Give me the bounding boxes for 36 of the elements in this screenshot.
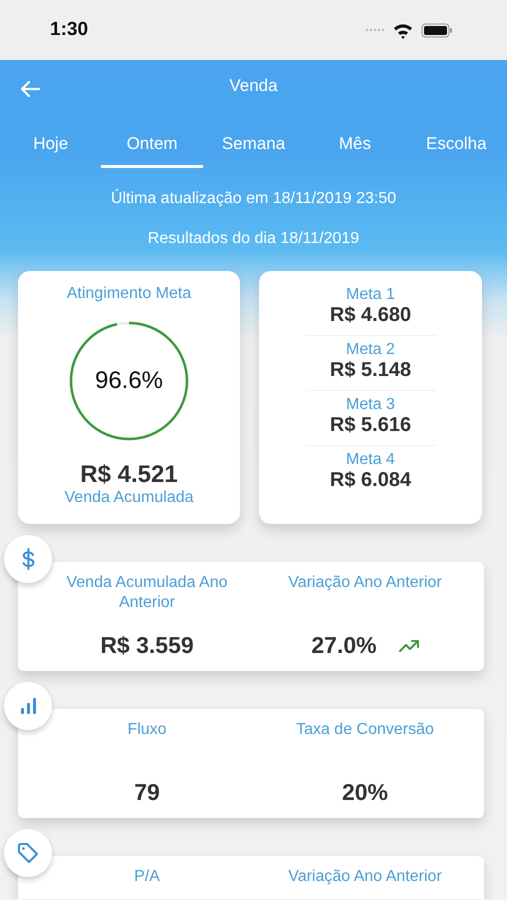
last-update-text: Última atualização em 18/11/2019 23:50 [110,190,398,208]
metric-label: Variação Ano Anterior [287,573,443,593]
wifi-icon [393,22,413,38]
bar-chart-icon [20,697,36,715]
period-tab[interactable]: Semana [202,124,304,168]
goal-value: R$ 5.616 [330,414,412,437]
percent-value: 96.6% [94,367,164,395]
amount-caption: Venda Acumulada [64,489,194,507]
amount-value: R$ 4.521 [80,461,178,489]
results-date-text: Resultados do dia 18/11/2019 [146,230,360,248]
metric-label: Variação Ano Anterior [287,867,443,887]
period-tab[interactable]: Hoje [0,124,102,168]
goal-value: R$ 6.084 [330,469,412,492]
status-time: 1:30 [50,19,90,41]
period-tab[interactable]: Ontem [101,124,203,168]
battery-icon [421,22,453,38]
tag-icon [17,842,39,864]
period-tab[interactable]: Escolha [406,124,507,168]
metric-value: R$ 3.559 [100,632,194,659]
metric-value: 20% [342,779,388,806]
period-tab[interactable]: Mês [304,124,406,168]
metric-label: Taxa de Conversão [295,720,435,740]
goal-value: R$ 4.680 [330,304,412,327]
goal-value: R$ 5.148 [330,359,412,382]
metric-value: 27.0% [311,632,377,659]
metric-value: 79 [134,779,160,806]
signal-icon [365,27,385,33]
metric-label: Fluxo [126,720,168,740]
card-title: Atingimento Meta [66,285,192,303]
goal-label: Meta 1 [346,286,395,304]
goal-label: Meta 4 [346,451,395,469]
screen-title: Venda [228,76,279,96]
metric-label: Venda Acumulada Ano Anterior [65,573,229,613]
goal-label: Meta 3 [346,396,395,414]
goal-label: Meta 2 [346,341,395,359]
metric-label: P/A [133,867,161,887]
